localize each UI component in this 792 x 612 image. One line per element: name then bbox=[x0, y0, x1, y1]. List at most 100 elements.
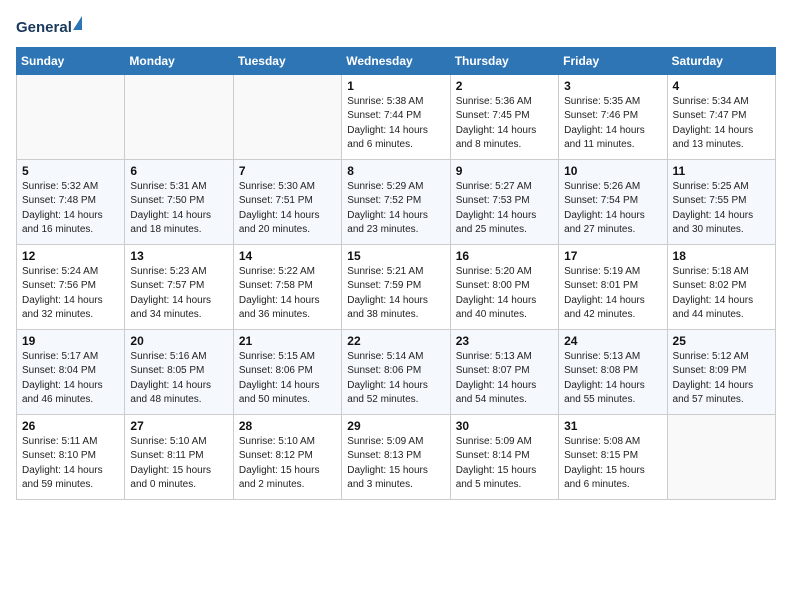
calendar-cell: 21 Sunrise: 5:15 AM Sunset: 8:06 PM Dayli… bbox=[233, 329, 341, 414]
day-detail: Sunrise: 5:13 AM Sunset: 8:08 PM Dayligh… bbox=[564, 350, 661, 408]
day-detail: Sunrise: 5:38 AM Sunset: 7:44 PM Dayligh… bbox=[347, 95, 444, 153]
day-number: 14 bbox=[239, 249, 336, 263]
day-detail: Sunrise: 5:30 AM Sunset: 7:51 PM Dayligh… bbox=[239, 180, 336, 238]
calendar-cell: 22 Sunrise: 5:14 AM Sunset: 8:06 PM Dayli… bbox=[342, 329, 450, 414]
calendar-week-row: 19 Sunrise: 5:17 AM Sunset: 8:04 PM Dayli… bbox=[17, 329, 776, 414]
calendar-cell bbox=[125, 74, 233, 159]
day-detail: Sunrise: 5:29 AM Sunset: 7:52 PM Dayligh… bbox=[347, 180, 444, 238]
day-number: 13 bbox=[130, 249, 227, 263]
day-number: 27 bbox=[130, 419, 227, 433]
calendar-cell: 1 Sunrise: 5:38 AM Sunset: 7:44 PM Daylig… bbox=[342, 74, 450, 159]
calendar-cell: 30 Sunrise: 5:09 AM Sunset: 8:14 PM Dayli… bbox=[450, 414, 558, 499]
calendar-header: SundayMondayTuesdayWednesdayThursdayFrid… bbox=[17, 47, 776, 74]
weekday-header-sunday: Sunday bbox=[17, 47, 125, 74]
day-detail: Sunrise: 5:16 AM Sunset: 8:05 PM Dayligh… bbox=[130, 350, 227, 408]
calendar-cell: 3 Sunrise: 5:35 AM Sunset: 7:46 PM Daylig… bbox=[559, 74, 667, 159]
weekday-header-row: SundayMondayTuesdayWednesdayThursdayFrid… bbox=[17, 47, 776, 74]
day-number: 11 bbox=[673, 164, 770, 178]
calendar-cell: 5 Sunrise: 5:32 AM Sunset: 7:48 PM Daylig… bbox=[17, 159, 125, 244]
day-number: 6 bbox=[130, 164, 227, 178]
calendar-cell: 11 Sunrise: 5:25 AM Sunset: 7:55 PM Dayli… bbox=[667, 159, 775, 244]
calendar-cell: 4Sunrise: 5:34 AM Sunset: 7:47 PM Daylig… bbox=[667, 74, 775, 159]
calendar-cell: 26 Sunrise: 5:11 AM Sunset: 8:10 PM Dayli… bbox=[17, 414, 125, 499]
calendar-cell: 12Sunrise: 5:24 AM Sunset: 7:56 PM Dayli… bbox=[17, 244, 125, 329]
day-number: 15 bbox=[347, 249, 444, 263]
logo-general: General bbox=[16, 16, 82, 37]
calendar-cell: 23 Sunrise: 5:13 AM Sunset: 8:07 PM Dayli… bbox=[450, 329, 558, 414]
day-number: 25 bbox=[673, 334, 770, 348]
calendar-cell: 10Sunrise: 5:26 AM Sunset: 7:54 PM Dayli… bbox=[559, 159, 667, 244]
calendar-cell: 29Sunrise: 5:09 AM Sunset: 8:13 PM Dayli… bbox=[342, 414, 450, 499]
day-number: 23 bbox=[456, 334, 553, 348]
day-number: 26 bbox=[22, 419, 119, 433]
weekday-header-thursday: Thursday bbox=[450, 47, 558, 74]
day-detail: Sunrise: 5:35 AM Sunset: 7:46 PM Dayligh… bbox=[564, 95, 661, 153]
day-detail: Sunrise: 5:20 AM Sunset: 8:00 PM Dayligh… bbox=[456, 265, 553, 323]
calendar-cell: 28 Sunrise: 5:10 AM Sunset: 8:12 PM Dayli… bbox=[233, 414, 341, 499]
day-number: 3 bbox=[564, 79, 661, 93]
day-detail: Sunrise: 5:31 AM Sunset: 7:50 PM Dayligh… bbox=[130, 180, 227, 238]
day-detail: Sunrise: 5:10 AM Sunset: 8:11 PM Dayligh… bbox=[130, 435, 227, 493]
day-detail: Sunrise: 5:34 AM Sunset: 7:47 PM Dayligh… bbox=[673, 95, 770, 153]
calendar-cell: 13 Sunrise: 5:23 AM Sunset: 7:57 PM Dayli… bbox=[125, 244, 233, 329]
day-detail: Sunrise: 5:32 AM Sunset: 7:48 PM Dayligh… bbox=[22, 180, 119, 238]
day-number: 21 bbox=[239, 334, 336, 348]
day-detail: Sunrise: 5:10 AM Sunset: 8:12 PM Dayligh… bbox=[239, 435, 336, 493]
day-detail: Sunrise: 5:13 AM Sunset: 8:07 PM Dayligh… bbox=[456, 350, 553, 408]
day-detail: Sunrise: 5:18 AM Sunset: 8:02 PM Dayligh… bbox=[673, 265, 770, 323]
day-detail: Sunrise: 5:36 AM Sunset: 7:45 PM Dayligh… bbox=[456, 95, 553, 153]
calendar-cell: 16 Sunrise: 5:20 AM Sunset: 8:00 PM Dayli… bbox=[450, 244, 558, 329]
calendar-cell: 24 Sunrise: 5:13 AM Sunset: 8:08 PM Dayli… bbox=[559, 329, 667, 414]
calendar-cell: 27 Sunrise: 5:10 AM Sunset: 8:11 PM Dayli… bbox=[125, 414, 233, 499]
weekday-header-tuesday: Tuesday bbox=[233, 47, 341, 74]
day-number: 20 bbox=[130, 334, 227, 348]
weekday-header-saturday: Saturday bbox=[667, 47, 775, 74]
day-number: 7 bbox=[239, 164, 336, 178]
day-detail: Sunrise: 5:25 AM Sunset: 7:55 PM Dayligh… bbox=[673, 180, 770, 238]
calendar-cell: 9 Sunrise: 5:27 AM Sunset: 7:53 PM Daylig… bbox=[450, 159, 558, 244]
day-number: 31 bbox=[564, 419, 661, 433]
day-number: 17 bbox=[564, 249, 661, 263]
calendar-cell: 20 Sunrise: 5:16 AM Sunset: 8:05 PM Dayli… bbox=[125, 329, 233, 414]
day-detail: Sunrise: 5:15 AM Sunset: 8:06 PM Dayligh… bbox=[239, 350, 336, 408]
calendar-cell: 17Sunrise: 5:19 AM Sunset: 8:01 PM Dayli… bbox=[559, 244, 667, 329]
calendar-cell: 18 Sunrise: 5:18 AM Sunset: 8:02 PM Dayli… bbox=[667, 244, 775, 329]
day-detail: Sunrise: 5:17 AM Sunset: 8:04 PM Dayligh… bbox=[22, 350, 119, 408]
day-detail: Sunrise: 5:23 AM Sunset: 7:57 PM Dayligh… bbox=[130, 265, 227, 323]
calendar-week-row: 1 Sunrise: 5:38 AM Sunset: 7:44 PM Daylig… bbox=[17, 74, 776, 159]
calendar-cell: 15Sunrise: 5:21 AM Sunset: 7:59 PM Dayli… bbox=[342, 244, 450, 329]
day-number: 8 bbox=[347, 164, 444, 178]
day-number: 24 bbox=[564, 334, 661, 348]
day-detail: Sunrise: 5:22 AM Sunset: 7:58 PM Dayligh… bbox=[239, 265, 336, 323]
calendar-week-row: 5 Sunrise: 5:32 AM Sunset: 7:48 PM Daylig… bbox=[17, 159, 776, 244]
day-number: 22 bbox=[347, 334, 444, 348]
day-number: 19 bbox=[22, 334, 119, 348]
calendar-cell bbox=[233, 74, 341, 159]
day-detail: Sunrise: 5:11 AM Sunset: 8:10 PM Dayligh… bbox=[22, 435, 119, 493]
day-detail: Sunrise: 5:08 AM Sunset: 8:15 PM Dayligh… bbox=[564, 435, 661, 493]
day-number: 5 bbox=[22, 164, 119, 178]
day-number: 16 bbox=[456, 249, 553, 263]
calendar-cell: 2Sunrise: 5:36 AM Sunset: 7:45 PM Daylig… bbox=[450, 74, 558, 159]
weekday-header-wednesday: Wednesday bbox=[342, 47, 450, 74]
calendar-cell: 31 Sunrise: 5:08 AM Sunset: 8:15 PM Dayli… bbox=[559, 414, 667, 499]
day-detail: Sunrise: 5:09 AM Sunset: 8:14 PM Dayligh… bbox=[456, 435, 553, 493]
day-detail: Sunrise: 5:14 AM Sunset: 8:06 PM Dayligh… bbox=[347, 350, 444, 408]
day-number: 1 bbox=[347, 79, 444, 93]
day-number: 18 bbox=[673, 249, 770, 263]
calendar-cell: 19 Sunrise: 5:17 AM Sunset: 8:04 PM Dayli… bbox=[17, 329, 125, 414]
calendar-cell: 6 Sunrise: 5:31 AM Sunset: 7:50 PM Daylig… bbox=[125, 159, 233, 244]
calendar-cell: 7 Sunrise: 5:30 AM Sunset: 7:51 PM Daylig… bbox=[233, 159, 341, 244]
page-header: General bbox=[16, 16, 776, 37]
logo: General bbox=[16, 16, 82, 37]
day-number: 10 bbox=[564, 164, 661, 178]
day-number: 30 bbox=[456, 419, 553, 433]
weekday-header-friday: Friday bbox=[559, 47, 667, 74]
day-detail: Sunrise: 5:12 AM Sunset: 8:09 PM Dayligh… bbox=[673, 350, 770, 408]
calendar-cell: 8 Sunrise: 5:29 AM Sunset: 7:52 PM Daylig… bbox=[342, 159, 450, 244]
day-number: 9 bbox=[456, 164, 553, 178]
weekday-header-monday: Monday bbox=[125, 47, 233, 74]
day-number: 28 bbox=[239, 419, 336, 433]
day-detail: Sunrise: 5:27 AM Sunset: 7:53 PM Dayligh… bbox=[456, 180, 553, 238]
calendar-cell: 14 Sunrise: 5:22 AM Sunset: 7:58 PM Dayli… bbox=[233, 244, 341, 329]
